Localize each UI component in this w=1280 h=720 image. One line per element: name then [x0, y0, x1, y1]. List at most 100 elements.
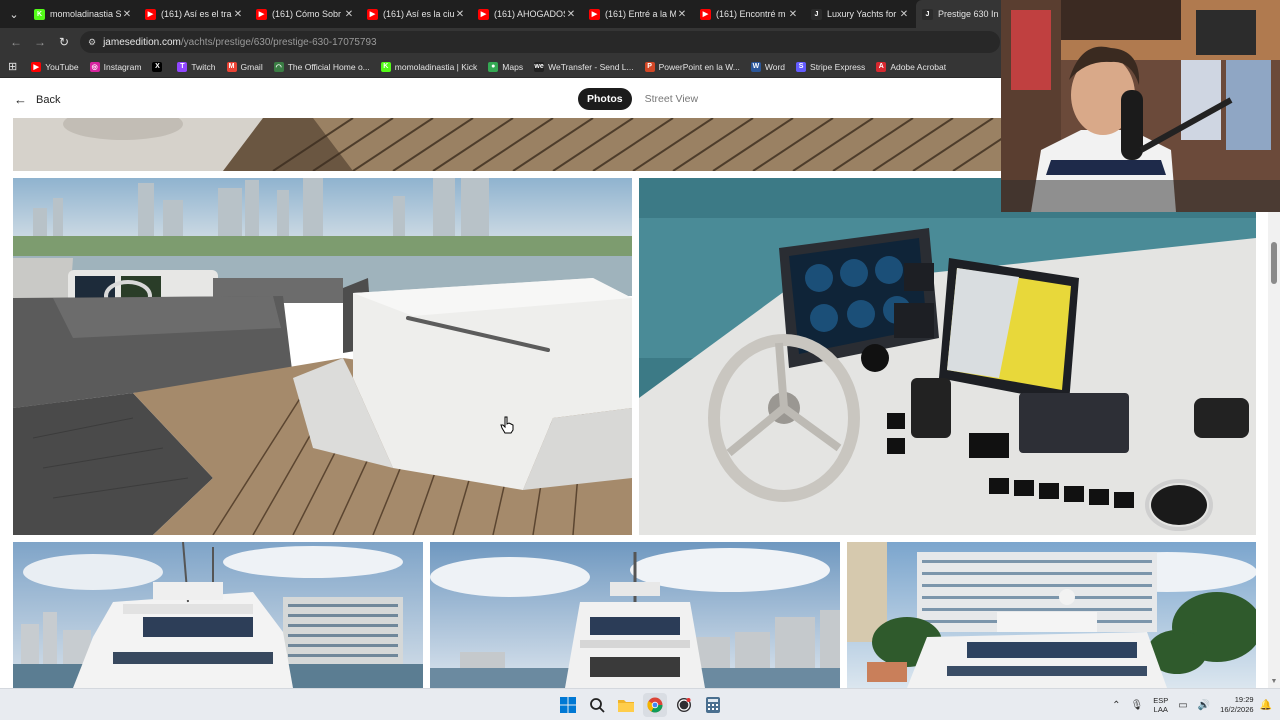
chrome-icon[interactable]	[643, 693, 667, 717]
bookmark-item[interactable]: W Word	[750, 61, 786, 72]
reload-icon[interactable]: ↻	[52, 30, 76, 54]
bookmark-label: Instagram	[103, 61, 142, 72]
browser-tab[interactable]: Kmomoladinastia S ✕	[28, 0, 139, 28]
browser-tab[interactable]: J Luxury Yachts for ✕	[805, 0, 916, 28]
bookmark-item[interactable]: M Gmail	[226, 61, 263, 72]
tab-favicon-icon: K	[34, 8, 45, 20]
bookmark-label: WeTransfer - Send L...	[548, 61, 634, 72]
calculator-icon[interactable]	[701, 693, 725, 717]
youtube-icon: ▶	[31, 61, 42, 72]
network-icon[interactable]: ▭	[1178, 700, 1187, 711]
bookmark-label: YouTube	[45, 61, 79, 72]
system-tray: ⌃ 🎙 ESP LAA ▭ 🔊 19:29 16/2/2026 🔔	[1112, 693, 1272, 717]
bookmark-item[interactable]: ● Maps	[488, 61, 524, 72]
browser-tab[interactable]: ▶ (161) AHOGADOS ✕	[472, 0, 583, 28]
bookmark-item[interactable]: X	[152, 61, 166, 72]
tab-favicon-icon: ▶	[145, 8, 156, 20]
gmail-icon: M	[226, 61, 237, 72]
obs-icon[interactable]	[672, 693, 696, 717]
tab-favicon-icon: ▶	[700, 8, 711, 20]
browser-tab[interactable]: ▶ (161) Entré a la M ✕	[583, 0, 694, 28]
browser-tab[interactable]: ▶ (161) Así es la ciu ✕	[361, 0, 472, 28]
taskbar-apps	[556, 693, 730, 717]
gallery-photo-helm[interactable]	[639, 178, 1256, 535]
url-field[interactable]: ⚙ jamesedition.com/yachts/prestige/630/p…	[80, 31, 1000, 53]
url-path: /yachts/prestige/630/prestige-630-170757…	[180, 36, 377, 48]
back-button[interactable]: ← Back	[14, 92, 60, 107]
hand-cursor-icon	[500, 416, 514, 434]
bookmark-item[interactable]: T Twitch	[177, 61, 216, 72]
tab-title: (161) Encontré m	[716, 9, 786, 19]
tab-close-icon[interactable]: ✕	[565, 9, 577, 20]
bookmark-label: Word	[764, 61, 786, 72]
tab-favicon-icon: ▶	[589, 8, 600, 20]
tab-close-icon[interactable]: ✕	[898, 9, 910, 20]
bookmark-item[interactable]: Kmomoladinastia | Kick	[380, 61, 478, 72]
windows-taskbar: ⌃ 🎙 ESP LAA ▭ 🔊 19:29 16/2/2026 🔔	[0, 688, 1280, 720]
bookmark-item[interactable]: ◎ Instagram	[89, 61, 142, 72]
tab-search-dropdown-icon[interactable]: ⌄	[0, 0, 28, 28]
lang-code: ESP	[1153, 696, 1169, 705]
windows-start-icon[interactable]	[556, 693, 580, 717]
file-explorer-icon[interactable]	[614, 693, 638, 717]
tab-title: (161) Cómo Sobr	[272, 9, 342, 19]
tab-street-view[interactable]: Street View	[636, 88, 708, 110]
bookmark-label: momoladinastia | Kick	[394, 61, 478, 72]
view-toggle: Photos Street View	[578, 88, 707, 110]
word-icon: W	[750, 61, 761, 72]
bookmark-label: Adobe Acrobat	[890, 61, 947, 72]
bookmark-item[interactable]: P PowerPoint en la W...	[644, 61, 740, 72]
wetransfer-icon: we	[534, 61, 545, 72]
bookmark-label: Maps	[502, 61, 524, 72]
apps-grid-icon[interactable]: ⊞	[8, 60, 17, 73]
scroll-thumb[interactable]	[1271, 242, 1277, 284]
bookmark-label: Stripe Express	[810, 61, 866, 72]
gallery-photo-exterior-2[interactable]	[430, 542, 840, 688]
back-arrow-icon[interactable]: ←	[4, 30, 28, 54]
tab-title: Luxury Yachts for	[827, 9, 897, 19]
official-home-icon: ◠	[273, 61, 284, 72]
tab-favicon-icon: J	[922, 8, 933, 20]
tab-photos[interactable]: Photos	[578, 88, 632, 110]
url-host: jamesedition.com	[103, 36, 181, 48]
tab-title: (161) Entré a la M	[605, 9, 676, 19]
gallery-photo-cockpit[interactable]	[13, 178, 632, 535]
tab-close-icon[interactable]: ✕	[787, 9, 799, 20]
tab-favicon-icon: J	[811, 8, 822, 20]
notification-bell-icon[interactable]: 🔔	[1260, 700, 1272, 711]
tab-close-icon[interactable]: ✕	[121, 9, 133, 20]
tab-close-icon[interactable]: ✕	[232, 9, 244, 20]
language-indicator[interactable]: ESP LAA	[1153, 696, 1168, 714]
tab-title: (161) Así es el tra	[161, 9, 232, 19]
back-label: Back	[36, 93, 61, 106]
tab-close-icon[interactable]: ✕	[454, 9, 466, 20]
gallery-photo-exterior-3[interactable]	[847, 542, 1256, 688]
bookmark-item[interactable]: we WeTransfer - Send L...	[534, 61, 634, 72]
search-icon[interactable]	[585, 693, 609, 717]
browser-tab[interactable]: ▶ (161) Cómo Sobr ✕	[250, 0, 361, 28]
twitch-icon: T	[177, 61, 188, 72]
microphone-icon[interactable]: 🎙	[1131, 700, 1144, 711]
arrow-left-icon: ←	[14, 92, 27, 107]
bookmark-item[interactable]: S Stripe Express	[796, 61, 866, 72]
powerpoint-icon: P	[644, 61, 655, 72]
bookmark-label: PowerPoint en la W...	[658, 61, 740, 72]
browser-tab[interactable]: ▶ (161) Así es el tra ✕	[139, 0, 250, 28]
forward-arrow-icon[interactable]: →	[28, 30, 52, 54]
tab-close-icon[interactable]: ✕	[676, 9, 688, 20]
gallery-photo-exterior-1[interactable]	[13, 542, 423, 688]
bookmark-item[interactable]: ▶ YouTube	[31, 61, 79, 72]
browser-tab[interactable]: ▶ (161) Encontré m ✕	[694, 0, 805, 28]
bookmark-item[interactable]: A Adobe Acrobat	[876, 61, 947, 72]
scroll-down-icon[interactable]: ▼	[1268, 676, 1280, 688]
clock[interactable]: 19:29 16/2/2026	[1220, 695, 1253, 715]
x-icon: X	[152, 61, 163, 72]
tab-close-icon[interactable]: ✕	[343, 9, 355, 20]
stripe-icon: S	[796, 61, 807, 72]
site-info-icon[interactable]: ⚙	[88, 37, 96, 48]
clock-time: 19:29	[1234, 695, 1254, 704]
layout-code: LAA	[1153, 705, 1168, 714]
bookmark-item[interactable]: ◠ The Official Home o...	[273, 61, 370, 72]
volume-icon[interactable]: 🔊	[1198, 700, 1210, 711]
chevron-up-icon[interactable]: ⌃	[1112, 700, 1120, 711]
